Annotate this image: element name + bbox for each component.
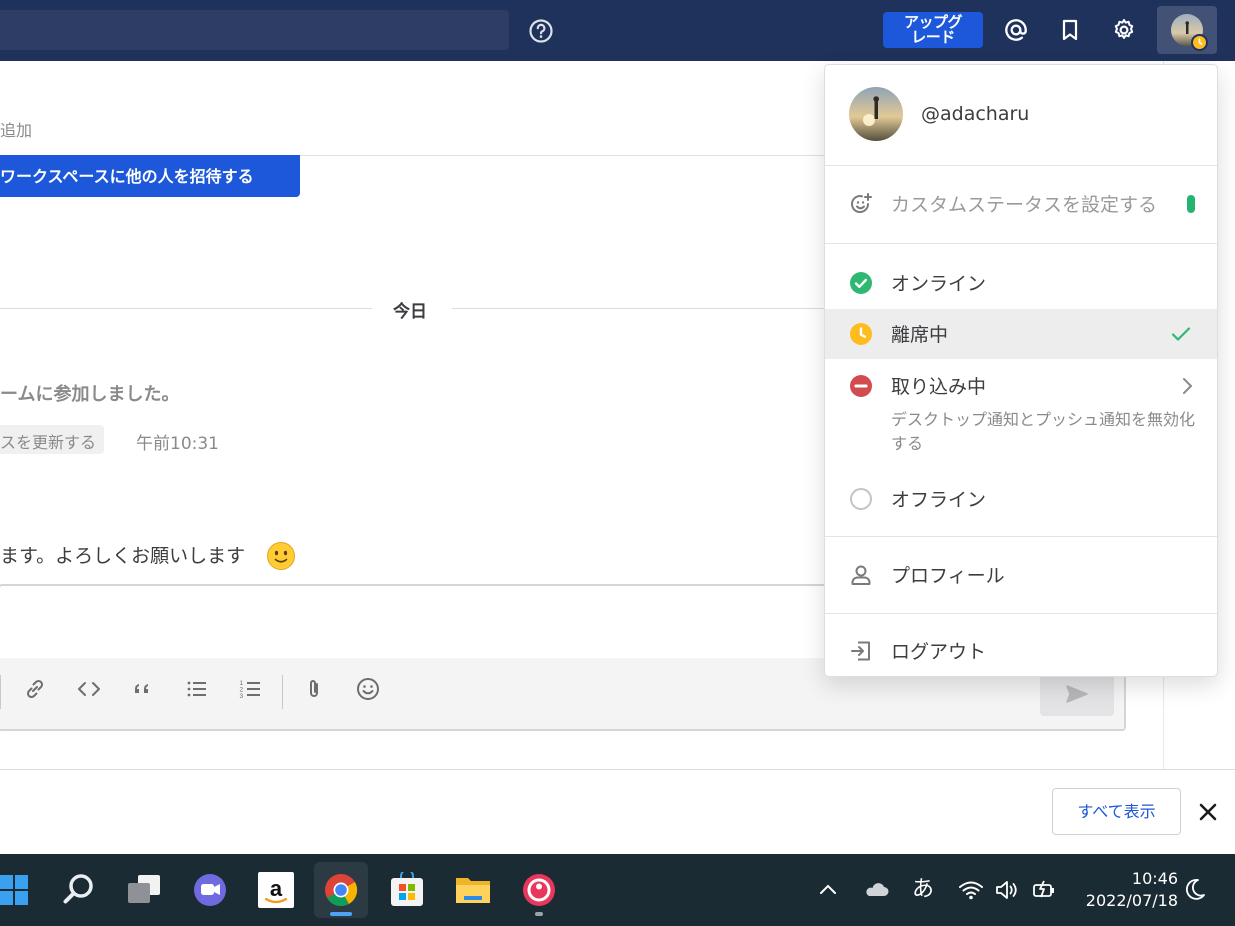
dnd-description: デスクトップ通知とプッシュ通知を無効化する [891, 410, 1196, 453]
search-icon [63, 874, 93, 904]
smiley-plus-icon [851, 193, 872, 213]
svg-text:3: 3 [240, 693, 244, 700]
folder-icon [456, 878, 490, 903]
windows-taskbar: a あ 10:46 2022/07/18 [0, 854, 1235, 926]
menu-divider [825, 165, 1217, 166]
status-online-item[interactable]: オンライン [825, 258, 1217, 308]
user-status-menu: @adacharu カスタムステータスを設定する オンライン 離席中 取り込み中… [824, 64, 1218, 677]
microsoft-store-icon [391, 872, 423, 906]
toolbar-divider [0, 675, 1, 709]
user-avatar-button[interactable] [1157, 6, 1217, 54]
taskbar-recorder-app[interactable] [512, 862, 566, 918]
running-indicator [535, 912, 543, 916]
quote-icon[interactable] [130, 676, 156, 702]
checkmark-icon [1171, 327, 1191, 341]
do-not-disturb-icon [850, 375, 872, 397]
online-label: オンライン [891, 273, 987, 295]
slightly-smiling-face-icon [267, 542, 295, 570]
logout-icon [851, 641, 870, 661]
code-icon[interactable] [76, 676, 102, 702]
date-separator: 今日 [393, 302, 427, 322]
search-input[interactable] [0, 10, 509, 50]
toolbar-divider [282, 675, 283, 709]
status-dnd-item[interactable]: 取り込み中 [825, 361, 1217, 411]
taskbar-search[interactable] [52, 862, 106, 918]
menu-divider [825, 243, 1217, 244]
taskbar-store[interactable] [380, 862, 434, 918]
upgrade-label-line2: レード [911, 28, 955, 46]
windows-start-icon[interactable] [0, 874, 30, 906]
user-icon [851, 565, 871, 585]
status-offline-item[interactable]: オフライン [825, 474, 1217, 524]
custom-status-label: カスタムステータスを設定する [891, 194, 1158, 216]
upgrade-button[interactable]: アップグ レード [883, 12, 983, 48]
online-check-icon [850, 272, 872, 294]
chevron-up-icon[interactable] [814, 876, 842, 904]
taskbar-chrome[interactable] [314, 862, 368, 918]
menu-divider [825, 613, 1217, 614]
set-custom-status-item[interactable]: カスタムステータスを設定する [825, 179, 1217, 229]
bookmark-icon[interactable] [1057, 17, 1083, 43]
logout-label: ログアウト [891, 641, 987, 663]
task-view-icon [128, 875, 160, 903]
mention-icon[interactable] [1003, 17, 1029, 43]
bulleted-list-icon[interactable] [184, 676, 210, 702]
attachment-icon[interactable] [301, 676, 327, 702]
status-indicator [1187, 195, 1195, 213]
offline-circle-icon [850, 488, 872, 510]
onedrive-cloud-icon[interactable] [862, 876, 890, 904]
away-clock-icon [850, 323, 872, 345]
send-button[interactable] [1040, 672, 1114, 716]
profile-item[interactable]: プロフィール [825, 550, 1217, 600]
dnd-label: 取り込み中 [891, 376, 987, 398]
battery-charging-icon[interactable] [1029, 876, 1057, 904]
clock-icon [1198, 38, 1203, 45]
active-indicator [330, 912, 352, 916]
notification-bar: すべて表示 [0, 769, 1235, 854]
add-members-text[interactable]: 追加 [0, 117, 32, 141]
help-icon[interactable] [528, 18, 554, 44]
send-icon [1066, 685, 1088, 703]
clock[interactable]: 10:46 2022/07/18 [1068, 868, 1178, 912]
gear-icon[interactable] [1111, 17, 1137, 43]
wifi-icon[interactable] [957, 876, 985, 904]
logout-item[interactable]: ログアウト [825, 626, 1217, 676]
link-icon[interactable] [22, 676, 48, 702]
taskbar-amazon[interactable]: a [249, 862, 303, 918]
menu-divider [825, 536, 1217, 537]
chevron-right-icon [1183, 378, 1192, 394]
teams-chat-icon [194, 874, 226, 906]
status-away-item[interactable]: 離席中 [825, 309, 1217, 359]
profile-label: プロフィール [891, 565, 1005, 587]
date-separator-line-right [452, 308, 824, 309]
date-separator-line-left [0, 308, 372, 309]
top-bar: アップグ レード [0, 0, 1235, 61]
menu-avatar [849, 87, 903, 141]
taskbar-task-view[interactable] [118, 862, 172, 918]
update-status-chip[interactable]: スを更新する [0, 425, 105, 454]
taskbar-teams[interactable] [183, 862, 237, 918]
amazon-icon: a [258, 872, 294, 908]
emoji-icon[interactable] [355, 676, 381, 702]
clock-date: 2022/07/18 [1085, 891, 1178, 910]
clock-time: 10:46 [1131, 869, 1178, 888]
volume-icon[interactable] [993, 876, 1021, 904]
svg-text:a: a [270, 876, 283, 901]
menu-username: @adacharu [921, 103, 1030, 125]
ime-indicator[interactable]: あ [909, 876, 937, 904]
show-all-button[interactable]: すべて表示 [1052, 788, 1181, 835]
system-message: ームに参加しました。 [0, 384, 180, 405]
invite-people-button[interactable]: ワークスペースに他の人を招待する [0, 155, 300, 197]
moon-icon[interactable] [1182, 876, 1208, 902]
numbered-list-icon[interactable]: 1 2 3 [238, 676, 264, 702]
taskbar-file-explorer[interactable] [446, 862, 500, 918]
chrome-icon [325, 874, 358, 907]
away-label: 離席中 [891, 324, 949, 346]
away-status-badge [1191, 34, 1208, 51]
close-icon[interactable] [1196, 800, 1220, 824]
message-timestamp[interactable]: 午前10:31 [136, 429, 219, 454]
record-icon [523, 874, 555, 906]
message-text: ます。よろしくお願いします [0, 545, 246, 567]
offline-label: オフライン [891, 489, 987, 511]
